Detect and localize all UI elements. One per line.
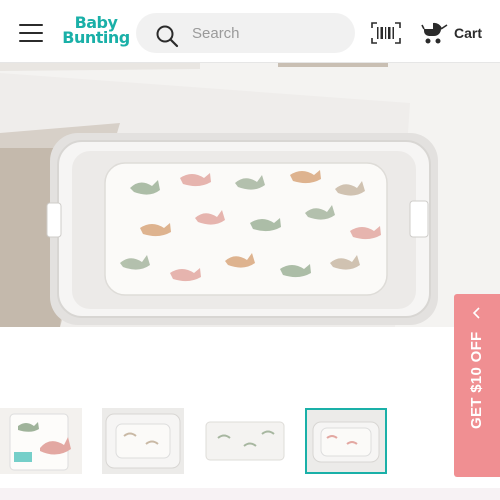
product-thumbnail-3[interactable] [204,408,286,474]
product-thumbnail-4[interactable] [305,408,387,474]
logo-line-2: Bunting [62,28,130,47]
menu-icon[interactable] [19,24,43,42]
promo-label: GET $10 OFF [468,331,485,430]
product-thumbnail-strip [0,408,454,476]
page-bottom-strip [0,488,500,500]
pram-cart-icon [421,22,448,44]
product-thumbnail-2[interactable] [102,408,184,474]
chevron-left-icon [472,307,480,319]
product-thumbnail-1[interactable] [0,408,82,474]
site-header: Baby Bunting Cart [0,0,500,63]
search-icon [156,25,179,48]
cart-label: Cart [454,25,483,41]
cart-button[interactable]: Cart [421,20,482,46]
product-main-image[interactable] [0,63,500,327]
site-logo[interactable]: Baby Bunting [58,15,134,47]
search-input[interactable] [192,22,342,44]
barcode-scan-icon[interactable] [371,22,401,44]
promo-tab[interactable]: GET $10 OFF [454,294,500,477]
search-bar[interactable] [136,13,355,53]
